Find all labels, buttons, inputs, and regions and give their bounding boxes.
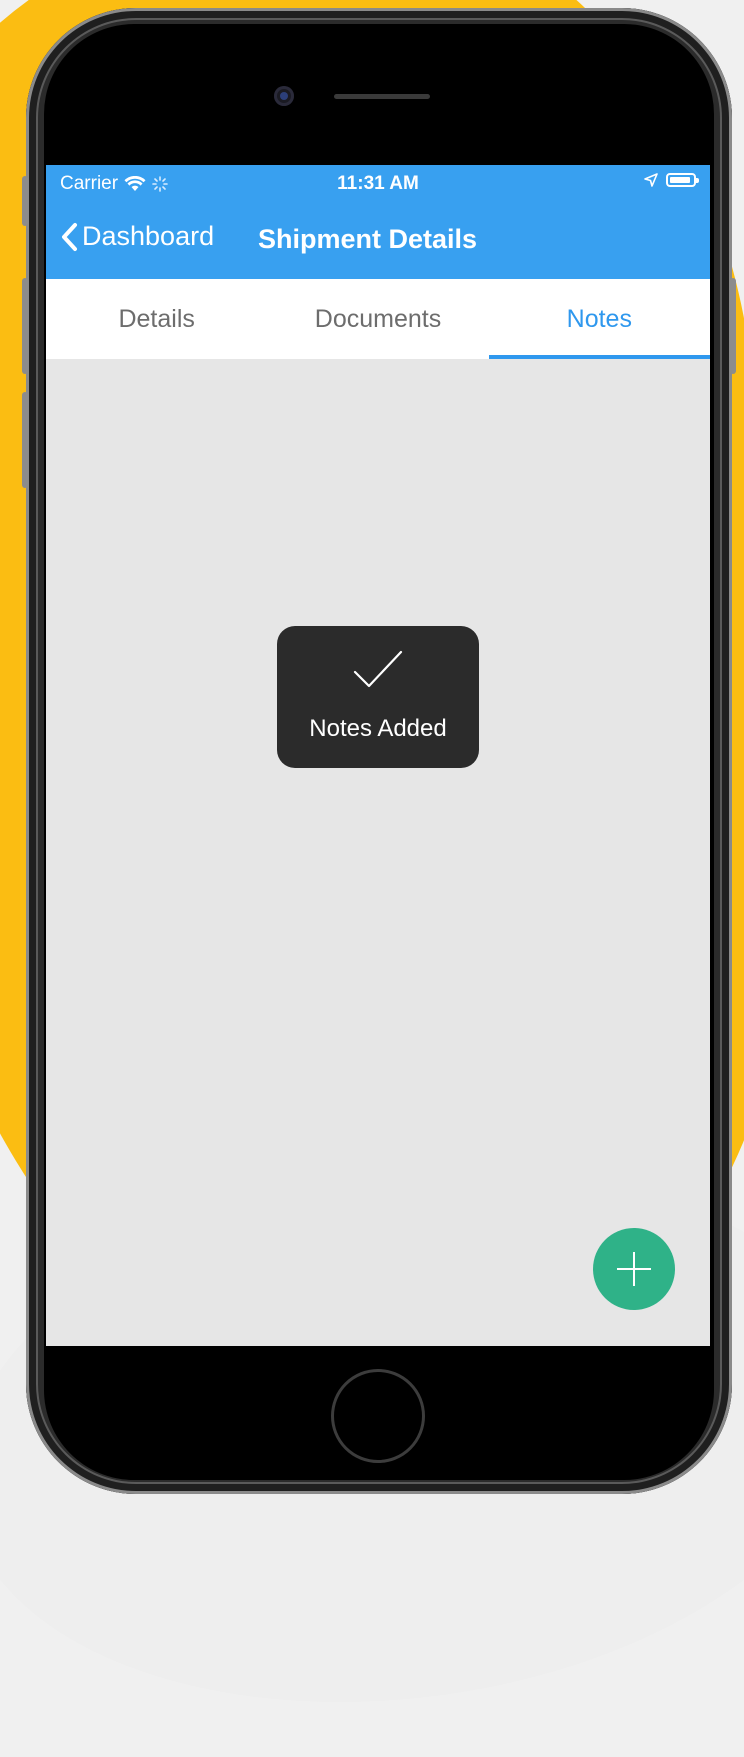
plus-icon — [617, 1252, 651, 1286]
navigation-bar: Dashboard Shipment Details — [46, 203, 710, 279]
add-note-button[interactable] — [593, 1228, 675, 1310]
back-button-label: Dashboard — [82, 221, 215, 251]
volume-down-button — [22, 392, 28, 488]
mute-switch — [22, 176, 28, 226]
status-time: 11:31 AM — [337, 173, 419, 194]
checkmark-icon — [353, 650, 403, 688]
back-button[interactable]: Dashboard — [60, 221, 214, 252]
location-arrow-icon — [644, 173, 658, 187]
earpiece-speaker — [334, 94, 430, 99]
success-toast: Notes Added — [277, 626, 479, 768]
app-screen: Carrier 11:31 AM Dashboard Shipment Deta… — [46, 165, 710, 1346]
toast-message: Notes Added — [309, 715, 447, 742]
tab-documents[interactable]: Documents — [267, 279, 488, 359]
front-camera — [274, 86, 294, 106]
page-title: Shipment Details — [258, 224, 478, 254]
battery-icon — [666, 173, 699, 187]
chevron-left-icon — [62, 222, 77, 251]
tab-notes[interactable]: Notes — [488, 279, 710, 359]
status-bar: Carrier 11:31 AM — [46, 165, 710, 203]
volume-up-button — [22, 278, 28, 374]
tab-details[interactable]: Details — [46, 279, 267, 359]
status-right-group — [644, 173, 699, 187]
tab-bar: Details Documents Notes — [46, 279, 710, 359]
power-button — [730, 278, 736, 374]
home-button[interactable] — [331, 1369, 425, 1463]
